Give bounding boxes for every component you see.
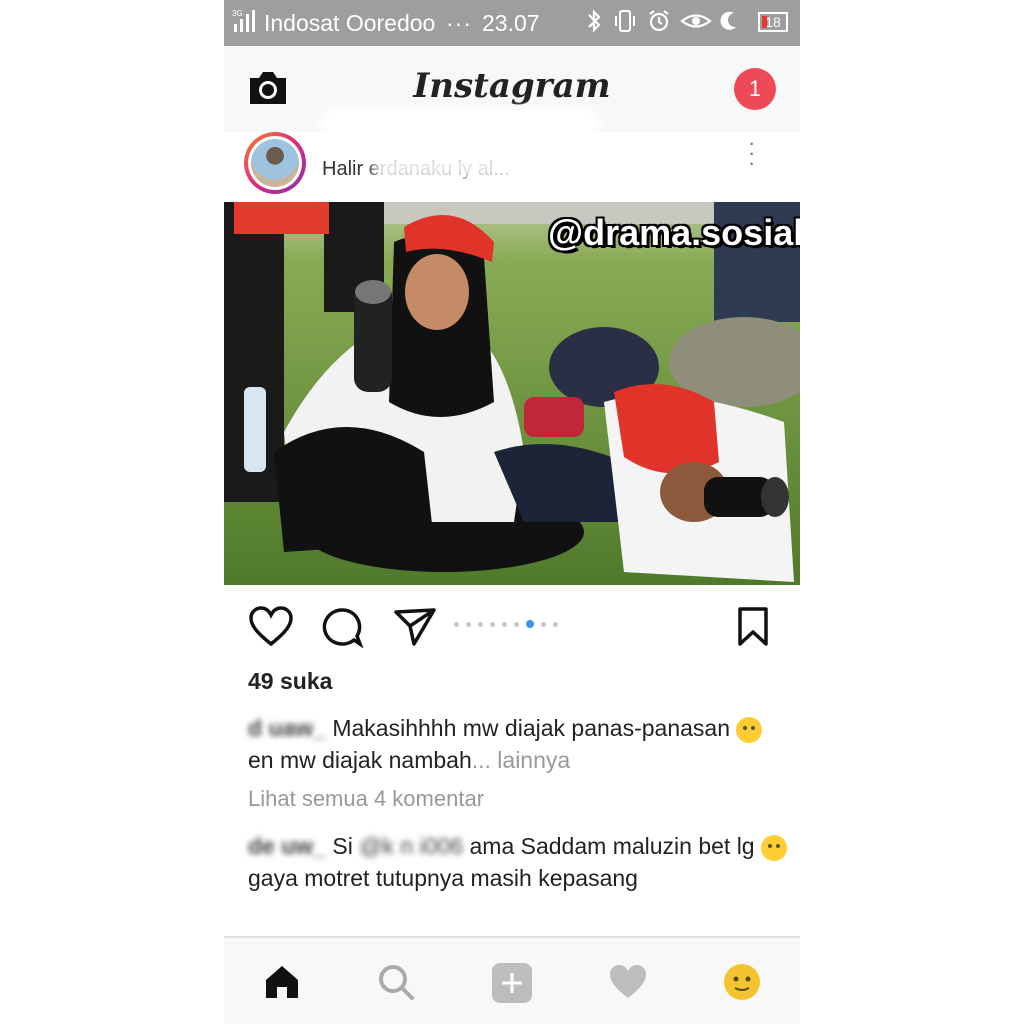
phone-screen: 3G Indosat Ooredoo ··· 23.07 18 Instagra… <box>224 0 800 1024</box>
post-header: Halir erdanaku ly al... ··· <box>224 108 800 202</box>
alarm-icon <box>649 10 669 32</box>
photo-illustration <box>224 202 800 585</box>
bottom-navigation <box>224 936 800 1024</box>
watermark-text: @drama.sosialmedia <box>548 212 800 253</box>
notification-badge[interactable]: 1 <box>734 68 776 110</box>
add-post-icon[interactable] <box>490 962 534 1004</box>
more-link[interactable]: ... lainnya <box>472 747 570 773</box>
moon-icon <box>720 11 736 30</box>
app-logo: Instagram <box>413 66 611 106</box>
view-all-comments-link[interactable]: Lihat semua 4 komentar <box>248 786 484 812</box>
sad-emoji-icon <box>761 834 787 861</box>
home-icon[interactable] <box>262 962 302 1002</box>
activity-heart-icon[interactable] <box>608 962 648 1002</box>
clock: 23.07 <box>482 10 540 36</box>
battery-indicator: 18 <box>758 12 788 32</box>
share-icon[interactable] <box>392 606 438 648</box>
status-icons <box>584 8 742 34</box>
comment-mention[interactable]: @k n i006 <box>359 833 463 859</box>
more-options-icon[interactable]: · · · <box>748 132 755 174</box>
carousel-dot-active <box>526 620 534 628</box>
post-caption: d uaw_ Makasihhhh mw diajak panas-panasa… <box>248 712 778 776</box>
bluetooth-icon <box>588 9 601 33</box>
heart-icon[interactable] <box>248 606 294 648</box>
post-photo[interactable] <box>224 202 800 585</box>
eye-icon <box>680 14 712 28</box>
laughing-emoji-icon <box>736 716 763 743</box>
post-actions <box>224 600 800 656</box>
signal-icon: 3G <box>232 9 255 32</box>
carousel-indicator <box>454 620 558 628</box>
caption-username[interactable]: d uaw_ <box>248 715 326 741</box>
vibrate-icon <box>615 10 635 32</box>
avatar[interactable] <box>244 132 306 194</box>
profile-avatar-icon[interactable] <box>722 962 762 1002</box>
likes-count[interactable]: 49 suka <box>248 668 332 695</box>
svg-text:3G: 3G <box>232 9 243 18</box>
status-bar: 3G Indosat Ooredoo ··· 23.07 18 <box>224 0 800 46</box>
comment-item: de uw_ Si @k n i006 ama Saddam maluzin b… <box>248 830 788 894</box>
status-dots: ··· <box>446 10 472 36</box>
search-icon[interactable] <box>376 962 416 1002</box>
comment-username[interactable]: de uw_ <box>248 833 326 859</box>
comment-icon[interactable] <box>320 606 364 648</box>
bookmark-icon[interactable] <box>736 606 770 648</box>
carrier-name: Indosat Ooredoo <box>264 10 436 36</box>
